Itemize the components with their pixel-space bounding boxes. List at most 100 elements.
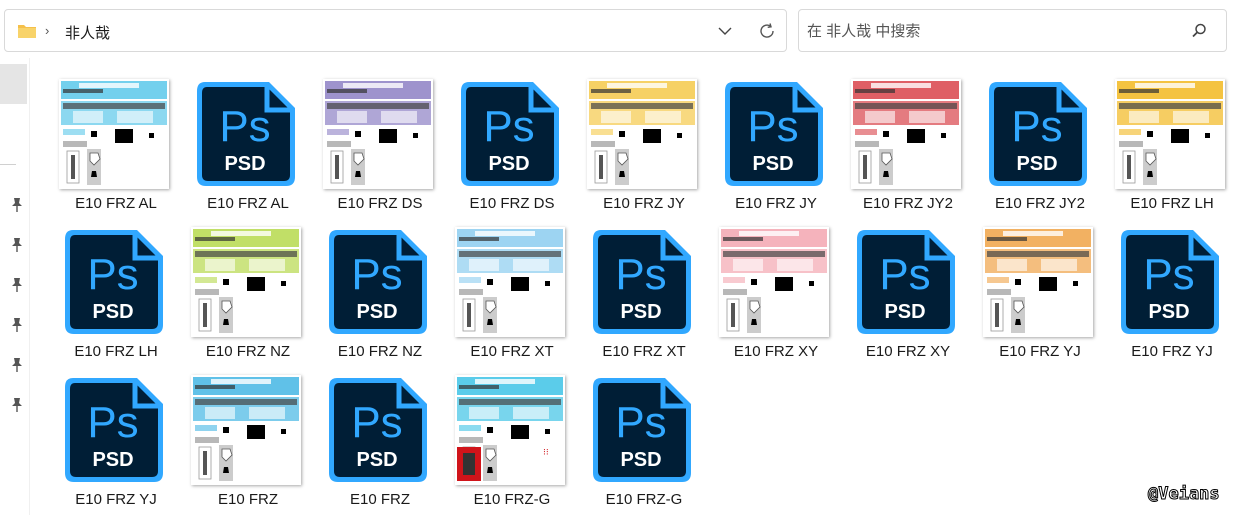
file-name-label: E10 FRZ-G [605,491,683,508]
file-name-label: E10 FRZ DS [469,195,555,212]
photoshop-file-icon: PsPSD [857,230,955,334]
file-name-label: E10 FRZ XT [470,343,554,360]
refresh-button[interactable] [753,17,781,45]
image-thumbnail [1115,79,1225,189]
svg-text:PSD: PSD [752,153,793,175]
file-item-image[interactable]: E10 FRZ JY2 [842,73,974,219]
file-item-image[interactable]: E10 FRZ LH [1106,73,1237,219]
nav-selected-item[interactable] [0,64,27,104]
folder-icon [18,25,36,38]
photoshop-file-icon: PsPSD [65,230,163,334]
svg-text:PSD: PSD [1148,301,1189,323]
svg-text:PSD: PSD [224,153,265,175]
breadcrumb-current[interactable]: 非人哉 [65,22,110,43]
address-bar[interactable]: › 非人哉 [4,9,787,52]
file-item-psd[interactable]: Ps PSD E10 FRZ NZ [314,221,446,367]
photoshop-file-icon: PsPSD [593,378,691,482]
nav-divider [0,164,16,165]
pin-icon[interactable] [10,357,24,373]
pin-icon[interactable] [10,197,24,213]
search-input[interactable] [807,20,1177,42]
image-thumbnail [851,79,961,189]
file-item-psd[interactable]: Ps PSD E10 FRZ JY [710,73,842,219]
file-item-image[interactable]: E10 FRZ XT [446,221,578,367]
file-item-psd[interactable]: Ps PSD E10 FRZ DS [446,73,578,219]
toolbar: › 非人哉 [0,0,1237,58]
file-item-psd[interactable]: Ps PSD E10 FRZ LH [50,221,182,367]
file-item-psd[interactable]: Ps PSD E10 FRZ-G [578,369,710,515]
file-item-psd[interactable]: Ps PSD E10 FRZ AL [182,73,314,219]
image-thumbnail [587,79,697,189]
chevron-right-icon[interactable]: › [45,23,49,38]
photoshop-file-icon: PsPSD [593,230,691,334]
photoshop-file-icon: PsPSD [65,378,163,482]
file-name-label: E10 FRZ XT [602,343,686,360]
svg-text:Ps: Ps [219,102,270,151]
refresh-icon [760,23,774,38]
pin-icon[interactable] [10,397,24,413]
svg-text:Ps: Ps [87,398,138,447]
pin-icon[interactable] [10,317,24,333]
file-item-image[interactable]: E10 FRZ AL [50,73,182,219]
svg-text:Ps: Ps [879,250,930,299]
svg-text:PSD: PSD [1016,153,1057,175]
pin-icon[interactable] [10,277,24,293]
svg-text:PSD: PSD [884,301,925,323]
file-name-label: E10 FRZ JY2 [994,195,1086,212]
image-thumbnail [191,227,301,337]
file-item-image[interactable]: E10 FRZ DS [314,73,446,219]
file-name-label: E10 FRZ-G [473,491,551,508]
file-item-image[interactable]: E10 FRZ JY [578,73,710,219]
photoshop-file-icon: PsPSD [329,378,427,482]
file-name-label: E10 FRZ NZ [337,343,423,360]
file-name-label: E10 FRZ LH [74,343,158,360]
file-name-label: E10 FRZ YJ [999,343,1081,360]
file-item-psd[interactable]: Ps PSD E10 FRZ [314,369,446,515]
file-name-label: E10 FRZ [217,491,278,508]
search-icon[interactable] [1190,22,1208,40]
file-name-label: E10 FRZ JY2 [862,195,954,212]
address-dropdown-button[interactable] [711,19,739,43]
image-thumbnail [59,79,169,189]
image-thumbnail [191,375,301,485]
file-item-image[interactable]: E10 FRZ [182,369,314,515]
image-thumbnail [983,227,1093,337]
file-item-image[interactable]: E10 FRZ YJ [974,221,1106,367]
image-thumbnail: ⁝⁝ [455,375,565,485]
file-item-psd[interactable]: Ps PSD E10 FRZ JY2 [974,73,1106,219]
file-item-psd[interactable]: Ps PSD E10 FRZ YJ [1106,221,1237,367]
photoshop-file-icon: PsPSD [1121,230,1219,334]
photoshop-file-icon: PsPSD [725,82,823,186]
svg-text:Ps: Ps [747,102,798,151]
file-item-psd[interactable]: Ps PSD E10 FRZ YJ [50,369,182,515]
navigation-pane [0,58,30,515]
svg-text:⁝⁝: ⁝⁝ [543,448,549,458]
file-item-psd[interactable]: Ps PSD E10 FRZ XY [842,221,974,367]
file-name-label: E10 FRZ XY [733,343,819,360]
search-box[interactable] [798,9,1227,52]
file-name-label: E10 FRZ YJ [75,491,157,508]
svg-text:Ps: Ps [615,398,666,447]
svg-text:Ps: Ps [87,250,138,299]
image-thumbnail [719,227,829,337]
file-item-image[interactable]: ⁝⁝ E10 FRZ-G [446,369,578,515]
svg-text:PSD: PSD [356,449,397,471]
pin-icon[interactable] [10,237,24,253]
svg-text:PSD: PSD [92,449,133,471]
image-thumbnail [455,227,565,337]
file-item-image[interactable]: E10 FRZ NZ [182,221,314,367]
photoshop-file-icon: PsPSD [989,82,1087,186]
file-item-image[interactable]: E10 FRZ XY [710,221,842,367]
svg-text:PSD: PSD [620,449,661,471]
svg-text:PSD: PSD [356,301,397,323]
svg-text:PSD: PSD [488,153,529,175]
file-item-psd[interactable]: Ps PSD E10 FRZ XT [578,221,710,367]
svg-text:Ps: Ps [1143,250,1194,299]
file-name-label: E10 FRZ AL [75,195,157,212]
file-name-label: E10 FRZ JY [603,195,685,212]
image-thumbnail [323,79,433,189]
file-name-label: E10 FRZ JY [735,195,817,212]
chevron-down-icon [718,27,732,35]
photoshop-file-icon: PsPSD [329,230,427,334]
svg-text:Ps: Ps [351,398,402,447]
